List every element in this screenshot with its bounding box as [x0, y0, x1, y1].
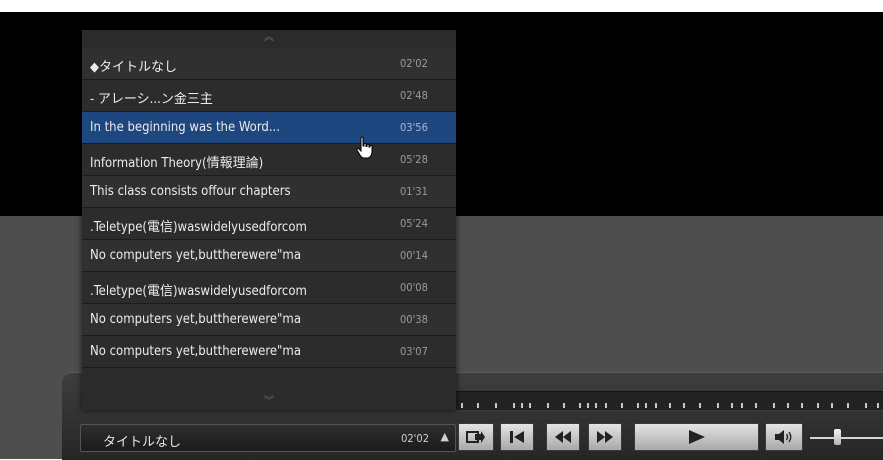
current-title-bar[interactable]: タイトルなし 02'02 ▲: [80, 424, 456, 452]
volume-thumb[interactable]: [834, 429, 841, 445]
current-title: タイトルなし: [103, 435, 182, 450]
playlist-item-title: - アレーシ...ン金三主: [90, 92, 213, 107]
timeline-tick: [579, 403, 581, 408]
previous-button[interactable]: [500, 423, 534, 451]
export-button[interactable]: [458, 423, 494, 451]
timeline-tick: [699, 403, 701, 408]
playlist-item-title: In the beginning was the Word...: [90, 120, 280, 135]
timeline-tick: [521, 403, 523, 408]
playlist-item[interactable]: This class consists offour chapters 01'31: [82, 176, 456, 208]
timeline-tick: [461, 403, 463, 408]
fast-forward-icon: [597, 431, 613, 443]
timeline-tick: [621, 403, 623, 408]
current-duration: 02'02: [401, 432, 429, 445]
timeline-tick: [731, 403, 733, 408]
timeline-tick: [637, 403, 639, 408]
rewind-button[interactable]: [546, 423, 580, 451]
playlist-item-duration: 02'48: [400, 89, 428, 102]
playlist-item-title: No computers yet,buttherewere"ma: [90, 312, 301, 327]
timeline-tick: [773, 403, 775, 408]
timeline-tick: [787, 403, 789, 408]
play-button[interactable]: [634, 423, 759, 451]
volume-track: [810, 437, 883, 439]
timeline-tick: [847, 403, 849, 408]
playlist-item[interactable]: In the beginning was the Word... 03'56: [82, 112, 456, 144]
timeline-tick: [741, 403, 743, 408]
timeline-tick: [831, 403, 833, 408]
playlist-item-title: No computers yet,buttherewere"ma: [90, 344, 301, 359]
playlist-item[interactable]: Information Theory(情報理論) 05'28: [82, 144, 456, 176]
rewind-icon: [555, 431, 571, 443]
double-chevron-up-icon[interactable]: ︽: [82, 30, 456, 46]
timeline-tick: [755, 403, 757, 408]
app-frame: タイトルなし 02'02 ▲ ︽ ◆タイトルなし 02'02 - アレーシ...…: [0, 0, 883, 460]
timeline-tick: [595, 403, 597, 408]
playlist-item[interactable]: No computers yet,buttherewere"ma 03'07: [82, 336, 456, 368]
playlist-item-duration: 00'38: [400, 313, 428, 326]
playlist-item-title: This class consists offour chapters: [90, 184, 291, 199]
playlist-item-title: ◆タイトルなし: [90, 60, 177, 75]
playlist-item-duration: 05'28: [400, 153, 428, 166]
volume-button[interactable]: [765, 423, 803, 451]
timeline-tick: [865, 403, 867, 408]
fast-forward-button[interactable]: [588, 423, 622, 451]
playlist-item-title: Information Theory(情報理論): [90, 156, 264, 171]
play-icon: [688, 430, 705, 444]
playlist-item[interactable]: .Teletype(電信)waswidelyusedforcom 05'24: [82, 208, 456, 240]
playlist-item[interactable]: - アレーシ...ン金三主 02'48: [82, 80, 456, 112]
timeline-tick: [645, 403, 647, 408]
playlist-item-duration: 03'07: [400, 345, 428, 358]
timeline-tick: [529, 403, 531, 408]
export-arrow-icon: [466, 431, 485, 443]
hand-pointer-icon: [356, 136, 373, 159]
playlist-item-title: .Teletype(電信)waswidelyusedforcom: [90, 284, 307, 299]
timeline-tick: [877, 403, 879, 408]
playlist-item-duration: 00'08: [400, 281, 428, 294]
double-chevron-down-icon[interactable]: ︾: [82, 394, 456, 410]
playlist-item-duration: 02'02: [400, 57, 428, 70]
timeline-tick: [587, 403, 589, 408]
timeline-tick: [547, 403, 549, 408]
timeline-tick: [801, 403, 803, 408]
timeline-tick: [563, 403, 565, 408]
playlist-rows: ◆タイトルなし 02'02 - アレーシ...ン金三主 02'48 In the be…: [82, 48, 456, 368]
playlist-item[interactable]: .Teletype(電信)waswidelyusedforcom 00'08: [82, 272, 456, 304]
playlist-dropdown: ︽ ◆タイトルなし 02'02 - アレーシ...ン金三主 02'48 In the …: [82, 30, 456, 410]
timeline-scrubber[interactable]: [455, 391, 883, 411]
skip-previous-icon: [510, 431, 524, 443]
playlist-item[interactable]: No computers yet,buttherewere"ma 00'14: [82, 240, 456, 272]
playlist-item-title: No computers yet,buttherewere"ma: [90, 248, 301, 263]
playlist-item[interactable]: ◆タイトルなし 02'02: [82, 48, 456, 80]
playlist-item-duration: 03'56: [400, 121, 428, 134]
playlist-toggle-icon[interactable]: ▲: [441, 430, 449, 443]
timeline-tick: [669, 403, 671, 408]
playlist-item-duration: 05'24: [400, 217, 428, 230]
timeline-tick: [817, 403, 819, 408]
playlist-item-duration: 01'31: [400, 185, 428, 198]
timeline-tick: [513, 403, 515, 408]
timeline-tick: [683, 403, 685, 408]
speaker-icon: [775, 430, 792, 444]
playlist-item-duration: 00'14: [400, 249, 428, 262]
timeline-tick: [495, 403, 497, 408]
timeline-tick: [717, 403, 719, 408]
timeline-tick: [605, 403, 607, 408]
playlist-item[interactable]: No computers yet,buttherewere"ma 00'38: [82, 304, 456, 336]
timeline-tick: [655, 403, 657, 408]
timeline-tick: [477, 403, 479, 408]
volume-slider[interactable]: [810, 429, 883, 445]
playlist-item-title: .Teletype(電信)waswidelyusedforcom: [90, 220, 307, 235]
